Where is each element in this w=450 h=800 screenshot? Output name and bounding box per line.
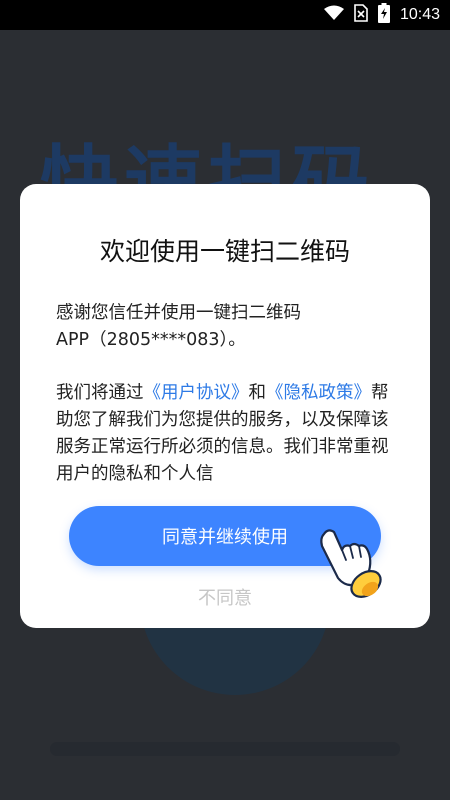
intro-line-2: APP（2805****083）。 xyxy=(56,330,246,350)
privacy-dialog: 欢迎使用一键扫二维码 感谢您信任并使用一键扫二维码 APP（2805****08… xyxy=(20,184,430,628)
dialog-body: 感谢您信任并使用一键扫二维码 APP（2805****083）。 我们将通过《用… xyxy=(56,300,398,488)
status-icons: 10:43 xyxy=(323,0,440,30)
user-agreement-link[interactable]: 《用户协议》 xyxy=(144,383,249,403)
intro-line-1: 感谢您信任并使用一键扫二维码 xyxy=(56,303,301,323)
agreement-paragraph: 我们将通过《用户协议》和《隐私政策》帮助您了解我们为您提供的服务，以及保障该服务… xyxy=(56,380,398,488)
intro-paragraph: 感谢您信任并使用一键扫二维码 APP（2805****083）。 xyxy=(56,300,398,354)
battery-charging-icon xyxy=(377,3,390,27)
pointing-hand-icon xyxy=(310,524,390,604)
wifi-icon xyxy=(323,5,344,25)
status-time: 10:43 xyxy=(399,6,440,23)
para2-prefix: 我们将通过 xyxy=(56,383,144,403)
no-sim-icon xyxy=(354,4,368,26)
dialog-title: 欢迎使用一键扫二维码 xyxy=(99,237,350,266)
status-bar: 10:43 xyxy=(0,0,450,30)
and-text: 和 xyxy=(248,383,267,403)
background-bar xyxy=(50,742,400,756)
privacy-policy-link[interactable]: 《隐私政策》 xyxy=(266,383,371,403)
